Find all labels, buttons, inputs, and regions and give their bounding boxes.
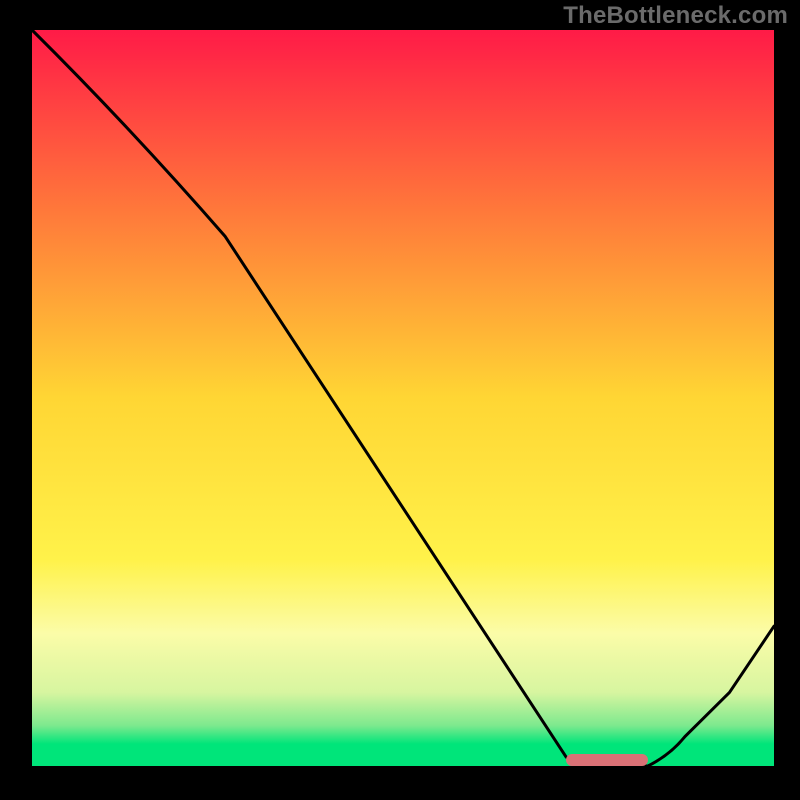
optimal-range-marker — [566, 754, 648, 766]
chart-container: TheBottleneck.com — [0, 0, 800, 800]
watermark-text: TheBottleneck.com — [563, 2, 788, 30]
bottleneck-curve — [0, 0, 800, 800]
